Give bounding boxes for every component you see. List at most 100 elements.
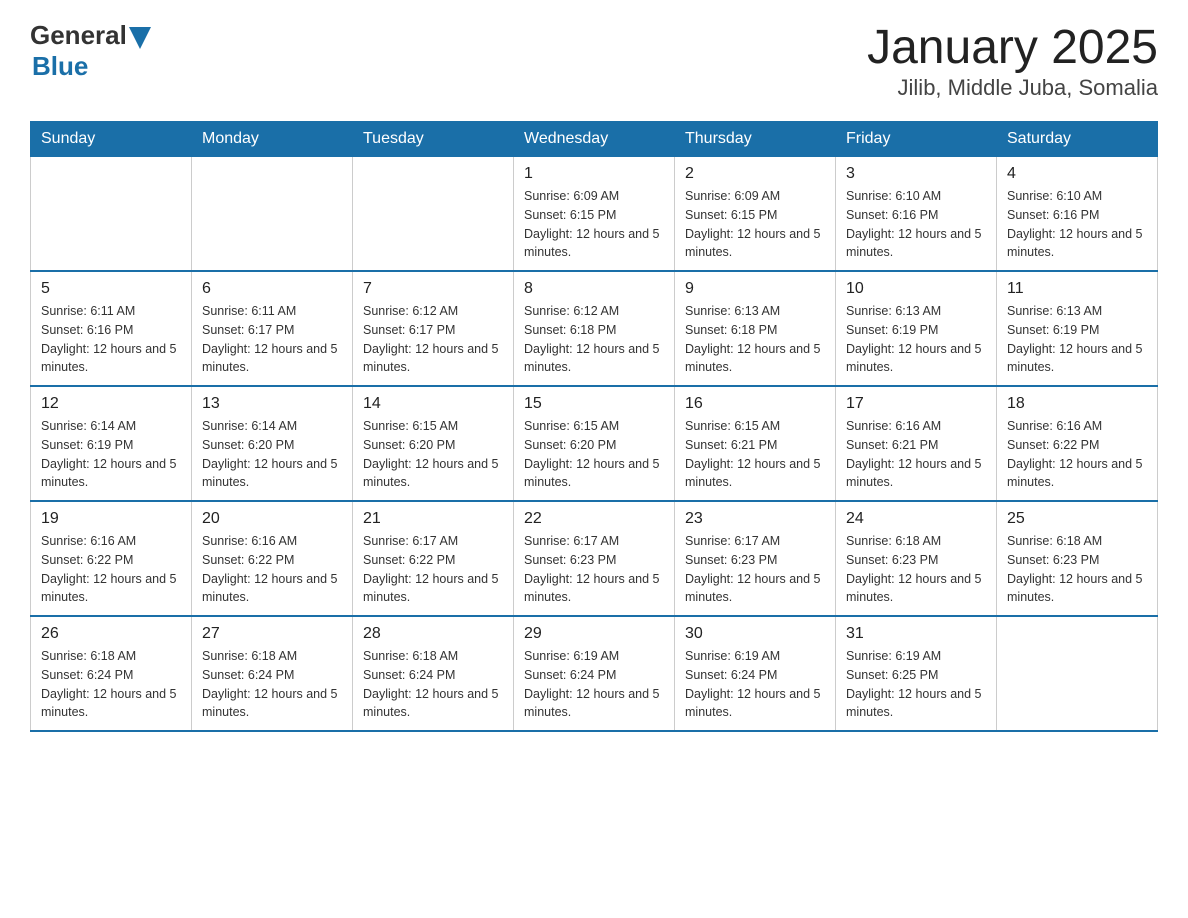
- day-info: Sunrise: 6:13 AMSunset: 6:18 PMDaylight:…: [685, 302, 825, 377]
- day-number: 16: [685, 395, 825, 413]
- logo-blue: Blue: [32, 51, 88, 82]
- day-info: Sunrise: 6:12 AMSunset: 6:17 PMDaylight:…: [363, 302, 503, 377]
- day-number: 14: [363, 395, 503, 413]
- day-number: 24: [846, 510, 986, 528]
- calendar-cell: 22 Sunrise: 6:17 AMSunset: 6:23 PMDayligh…: [514, 501, 675, 616]
- day-info: Sunrise: 6:18 AMSunset: 6:23 PMDaylight:…: [1007, 532, 1147, 607]
- calendar-cell: 11Sunrise: 6:13 AMSunset: 6:19 PMDayligh…: [997, 271, 1158, 386]
- day-number: 5: [41, 280, 181, 298]
- calendar-cell: 8Sunrise: 6:12 AMSunset: 6:18 PMDaylight…: [514, 271, 675, 386]
- calendar-cell: [353, 157, 514, 272]
- title-block: January 2025 Jilib, Middle Juba, Somalia: [867, 20, 1158, 101]
- day-number: 7: [363, 280, 503, 298]
- day-info: Sunrise: 6:15 AMSunset: 6:20 PMDaylight:…: [524, 417, 664, 492]
- calendar-cell: 29 Sunrise: 6:19 AMSunset: 6:24 PMDayligh…: [514, 616, 675, 731]
- calendar-cell: 5 Sunrise: 6:11 AMSunset: 6:16 PMDaylight…: [31, 271, 192, 386]
- calendar-cell: [192, 157, 353, 272]
- day-number: 19: [41, 510, 181, 528]
- calendar-cell: 7 Sunrise: 6:12 AMSunset: 6:17 PMDaylight…: [353, 271, 514, 386]
- day-info: Sunrise: 6:17 AMSunset: 6:23 PMDaylight:…: [685, 532, 825, 607]
- calendar-cell: 27Sunrise: 6:18 AMSunset: 6:24 PMDayligh…: [192, 616, 353, 731]
- calendar-cell: 15 Sunrise: 6:15 AMSunset: 6:20 PMDayligh…: [514, 386, 675, 501]
- logo-icon: General Blue: [30, 20, 151, 82]
- calendar-cell: [997, 616, 1158, 731]
- day-number: 31: [846, 625, 986, 643]
- calendar-header-monday: Monday: [192, 122, 353, 157]
- day-number: 2: [685, 165, 825, 183]
- day-info: Sunrise: 6:16 AMSunset: 6:22 PMDaylight:…: [202, 532, 342, 607]
- day-info: Sunrise: 6:16 AMSunset: 6:21 PMDaylight:…: [846, 417, 986, 492]
- day-number: 1: [524, 165, 664, 183]
- day-number: 22: [524, 510, 664, 528]
- calendar-header-thursday: Thursday: [675, 122, 836, 157]
- day-info: Sunrise: 6:10 AMSunset: 6:16 PMDaylight:…: [1007, 187, 1147, 262]
- calendar-header-friday: Friday: [836, 122, 997, 157]
- day-number: 30: [685, 625, 825, 643]
- calendar-cell: [31, 157, 192, 272]
- calendar-cell: 18 Sunrise: 6:16 AMSunset: 6:22 PMDayligh…: [997, 386, 1158, 501]
- day-info: Sunrise: 6:19 AMSunset: 6:24 PMDaylight:…: [685, 647, 825, 722]
- calendar-cell: 30 Sunrise: 6:19 AMSunset: 6:24 PMDayligh…: [675, 616, 836, 731]
- calendar-cell: 13 Sunrise: 6:14 AMSunset: 6:20 PMDayligh…: [192, 386, 353, 501]
- calendar-header-tuesday: Tuesday: [353, 122, 514, 157]
- calendar-cell: 23Sunrise: 6:17 AMSunset: 6:23 PMDayligh…: [675, 501, 836, 616]
- day-info: Sunrise: 6:11 AMSunset: 6:17 PMDaylight:…: [202, 302, 342, 377]
- day-info: Sunrise: 6:14 AMSunset: 6:20 PMDaylight:…: [202, 417, 342, 492]
- day-number: 17: [846, 395, 986, 413]
- calendar-week-row: 19 Sunrise: 6:16 AMSunset: 6:22 PMDayligh…: [31, 501, 1158, 616]
- calendar-title: January 2025: [867, 20, 1158, 75]
- day-info: Sunrise: 6:19 AMSunset: 6:24 PMDaylight:…: [524, 647, 664, 722]
- calendar-cell: 31 Sunrise: 6:19 AMSunset: 6:25 PMDayligh…: [836, 616, 997, 731]
- day-number: 4: [1007, 165, 1147, 183]
- day-number: 28: [363, 625, 503, 643]
- day-number: 21: [363, 510, 503, 528]
- calendar-cell: 1 Sunrise: 6:09 AMSunset: 6:15 PMDaylight…: [514, 157, 675, 272]
- day-info: Sunrise: 6:13 AMSunset: 6:19 PMDaylight:…: [1007, 302, 1147, 377]
- day-info: Sunrise: 6:18 AMSunset: 6:23 PMDaylight:…: [846, 532, 986, 607]
- day-info: Sunrise: 6:15 AMSunset: 6:20 PMDaylight:…: [363, 417, 503, 492]
- calendar-cell: 4 Sunrise: 6:10 AMSunset: 6:16 PMDaylight…: [997, 157, 1158, 272]
- day-info: Sunrise: 6:17 AMSunset: 6:23 PMDaylight:…: [524, 532, 664, 607]
- calendar-week-row: 5 Sunrise: 6:11 AMSunset: 6:16 PMDaylight…: [31, 271, 1158, 386]
- day-number: 20: [202, 510, 342, 528]
- calendar-cell: 20 Sunrise: 6:16 AMSunset: 6:22 PMDayligh…: [192, 501, 353, 616]
- day-info: Sunrise: 6:15 AMSunset: 6:21 PMDaylight:…: [685, 417, 825, 492]
- logo-general: General: [30, 20, 127, 51]
- day-info: Sunrise: 6:16 AMSunset: 6:22 PMDaylight:…: [1007, 417, 1147, 492]
- calendar-subtitle: Jilib, Middle Juba, Somalia: [867, 75, 1158, 101]
- day-number: 18: [1007, 395, 1147, 413]
- day-info: Sunrise: 6:12 AMSunset: 6:18 PMDaylight:…: [524, 302, 664, 377]
- day-info: Sunrise: 6:16 AMSunset: 6:22 PMDaylight:…: [41, 532, 181, 607]
- day-number: 10: [846, 280, 986, 298]
- day-info: Sunrise: 6:17 AMSunset: 6:22 PMDaylight:…: [363, 532, 503, 607]
- day-number: 12: [41, 395, 181, 413]
- calendar-week-row: 26 Sunrise: 6:18 AMSunset: 6:24 PMDayligh…: [31, 616, 1158, 731]
- day-info: Sunrise: 6:09 AMSunset: 6:15 PMDaylight:…: [685, 187, 825, 262]
- day-info: Sunrise: 6:10 AMSunset: 6:16 PMDaylight:…: [846, 187, 986, 262]
- day-number: 3: [846, 165, 986, 183]
- day-info: Sunrise: 6:14 AMSunset: 6:19 PMDaylight:…: [41, 417, 181, 492]
- calendar-cell: 12 Sunrise: 6:14 AMSunset: 6:19 PMDayligh…: [31, 386, 192, 501]
- day-info: Sunrise: 6:19 AMSunset: 6:25 PMDaylight:…: [846, 647, 986, 722]
- day-number: 15: [524, 395, 664, 413]
- calendar-cell: 6Sunrise: 6:11 AMSunset: 6:17 PMDaylight…: [192, 271, 353, 386]
- calendar-week-row: 1 Sunrise: 6:09 AMSunset: 6:15 PMDaylight…: [31, 157, 1158, 272]
- day-number: 13: [202, 395, 342, 413]
- calendar-cell: 24 Sunrise: 6:18 AMSunset: 6:23 PMDayligh…: [836, 501, 997, 616]
- logo-triangle-icon: [129, 27, 151, 49]
- day-number: 29: [524, 625, 664, 643]
- calendar-cell: 14 Sunrise: 6:15 AMSunset: 6:20 PMDayligh…: [353, 386, 514, 501]
- calendar-header-wednesday: Wednesday: [514, 122, 675, 157]
- calendar-cell: 2 Sunrise: 6:09 AMSunset: 6:15 PMDaylight…: [675, 157, 836, 272]
- day-number: 26: [41, 625, 181, 643]
- day-info: Sunrise: 6:11 AMSunset: 6:16 PMDaylight:…: [41, 302, 181, 377]
- day-info: Sunrise: 6:18 AMSunset: 6:24 PMDaylight:…: [41, 647, 181, 722]
- calendar-cell: 19 Sunrise: 6:16 AMSunset: 6:22 PMDayligh…: [31, 501, 192, 616]
- calendar-cell: 10Sunrise: 6:13 AMSunset: 6:19 PMDayligh…: [836, 271, 997, 386]
- day-info: Sunrise: 6:18 AMSunset: 6:24 PMDaylight:…: [363, 647, 503, 722]
- calendar-cell: 28 Sunrise: 6:18 AMSunset: 6:24 PMDayligh…: [353, 616, 514, 731]
- calendar-cell: 3 Sunrise: 6:10 AMSunset: 6:16 PMDaylight…: [836, 157, 997, 272]
- calendar-table: SundayMondayTuesdayWednesdayThursdayFrid…: [30, 121, 1158, 732]
- day-info: Sunrise: 6:09 AMSunset: 6:15 PMDaylight:…: [524, 187, 664, 262]
- logo: General Blue: [30, 20, 151, 82]
